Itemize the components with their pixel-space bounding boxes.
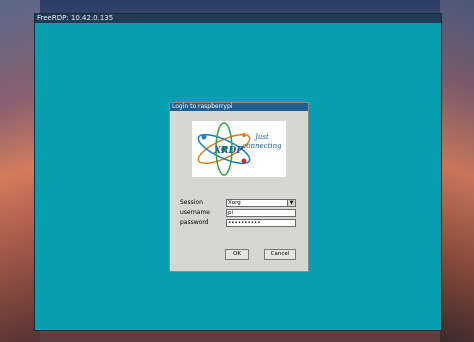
logo-tagline-2: connecting	[242, 142, 282, 150]
ok-button[interactable]: OK	[225, 249, 249, 260]
password-value: ••••••••••	[228, 220, 261, 226]
session-label: Session	[180, 199, 203, 206]
atom-icon: XRDP Just connecting	[197, 122, 282, 176]
username-value: pi	[228, 210, 234, 216]
freerdp-window: FreeRDP: 10.42.0.135 Login to raspberryp…	[34, 13, 442, 331]
wallpaper-mountain-right	[440, 0, 474, 342]
cancel-button[interactable]: Cancel	[264, 249, 296, 260]
xrdp-logo: XRDP Just connecting	[192, 121, 286, 177]
logo-brand-text: XRDP	[213, 146, 243, 156]
login-dialog: Login to raspberrypi XRDP Just connectin…	[169, 102, 309, 272]
dialog-title: Login to raspberrypi	[172, 103, 233, 110]
logo-tagline-1: Just	[253, 133, 269, 141]
username-input[interactable]: pi	[226, 209, 296, 217]
password-label: password	[180, 219, 209, 226]
session-value: Xorg	[228, 200, 241, 206]
window-titlebar[interactable]: FreeRDP: 10.42.0.135	[35, 14, 441, 23]
dialog-titlebar[interactable]: Login to raspberrypi	[170, 103, 308, 111]
window-title: FreeRDP: 10.42.0.135	[37, 14, 114, 22]
chevron-down-icon[interactable]: ▼	[287, 200, 295, 206]
username-label: username	[180, 209, 210, 216]
remote-desktop[interactable]: Login to raspberrypi XRDP Just connectin…	[35, 23, 441, 330]
password-input[interactable]: ••••••••••	[226, 219, 296, 227]
session-select[interactable]: Xorg ▼	[226, 199, 296, 207]
